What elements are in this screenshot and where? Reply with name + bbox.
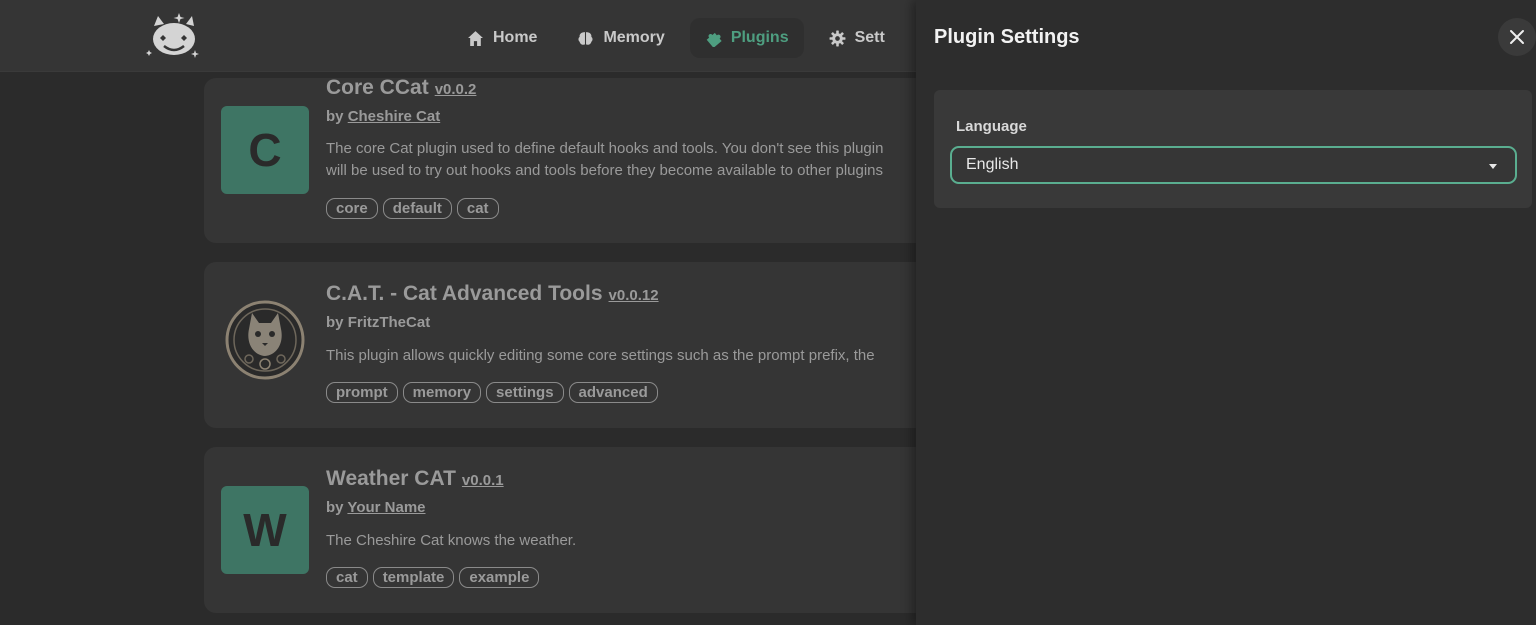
nav-settings-label: Sett bbox=[854, 29, 885, 46]
gear-icon bbox=[829, 30, 846, 46]
chevron-down-icon bbox=[1489, 164, 1497, 169]
language-select[interactable]: English bbox=[950, 146, 1517, 184]
main-nav: Home Memory Plugins Sett bbox=[452, 18, 900, 58]
nav-plugins-label: Plugins bbox=[730, 29, 789, 46]
tag: cat bbox=[456, 198, 499, 219]
nav-settings[interactable]: Sett bbox=[814, 18, 900, 58]
plugin-description: The Cheshire Cat knows the weather. bbox=[326, 532, 577, 549]
tag: example bbox=[459, 567, 540, 588]
plugin-title: Weather CAT v0.0.1 bbox=[326, 467, 504, 490]
plugin-title: C.A.T. - Cat Advanced Tools v0.0.12 bbox=[326, 282, 659, 305]
plugin-author: by Cheshire Cat bbox=[326, 108, 441, 125]
close-icon bbox=[1510, 30, 1524, 44]
tag: settings bbox=[486, 382, 564, 403]
plugin-thumbnail: W bbox=[221, 486, 309, 574]
author-name: FritzTheCat bbox=[347, 314, 431, 331]
plugin-card: C.A.T. - Cat Advanced Tools v0.0.12 by Fr… bbox=[204, 262, 964, 428]
plugin-tags: cat template example bbox=[326, 567, 540, 588]
tag: advanced bbox=[568, 382, 658, 403]
tag: template bbox=[372, 567, 455, 588]
brain-icon bbox=[578, 31, 593, 45]
panel-title: Plugin Settings bbox=[934, 26, 1080, 48]
puzzle-icon bbox=[706, 32, 722, 47]
language-label: Language bbox=[956, 118, 1027, 135]
plugin-author: by FritzTheCat bbox=[326, 314, 431, 331]
author-link[interactable]: Cheshire Cat bbox=[348, 108, 441, 125]
plugin-tags: core default cat bbox=[326, 198, 499, 219]
cat-emblem-image bbox=[225, 300, 305, 380]
plugin-settings-panel: Plugin Settings Language English bbox=[916, 0, 1536, 625]
plugin-thumbnail: C bbox=[221, 106, 309, 194]
plugin-version-link[interactable]: v0.0.12 bbox=[609, 287, 659, 304]
home-icon bbox=[468, 30, 483, 46]
plugin-title: Core CCat v0.0.2 bbox=[326, 76, 477, 99]
nav-plugins[interactable]: Plugins bbox=[689, 18, 804, 58]
nav-memory[interactable]: Memory bbox=[562, 18, 679, 58]
cheshire-cat-logo[interactable] bbox=[146, 12, 202, 62]
plugin-tags: prompt memory settings advanced bbox=[326, 382, 658, 403]
tag: prompt bbox=[326, 382, 398, 403]
tag: cat bbox=[326, 567, 368, 588]
tag: memory bbox=[402, 382, 482, 403]
plugin-card: C Core CCat v0.0.2 by Cheshire Cat The co… bbox=[204, 76, 964, 243]
language-select-value: English bbox=[966, 156, 1019, 173]
plugin-author: by Your Name bbox=[326, 499, 426, 516]
plugin-card: W Weather CAT v0.0.1 by Your Name The Che… bbox=[204, 447, 964, 613]
tag: default bbox=[382, 198, 452, 219]
plugin-description: This plugin allows quickly editing some … bbox=[326, 347, 875, 364]
tag: core bbox=[326, 198, 378, 219]
nav-home[interactable]: Home bbox=[452, 18, 552, 58]
plugin-description: The core Cat plugin used to define defau… bbox=[326, 140, 884, 179]
author-link[interactable]: Your Name bbox=[347, 499, 425, 516]
plugin-version-link[interactable]: v0.0.1 bbox=[462, 472, 504, 489]
plugin-thumbnail bbox=[221, 296, 309, 384]
nav-memory-label: Memory bbox=[603, 29, 665, 46]
close-button[interactable] bbox=[1498, 18, 1536, 56]
plugin-version-link[interactable]: v0.0.2 bbox=[435, 81, 477, 98]
nav-home-label: Home bbox=[493, 29, 538, 46]
settings-form: Language English bbox=[934, 90, 1532, 208]
